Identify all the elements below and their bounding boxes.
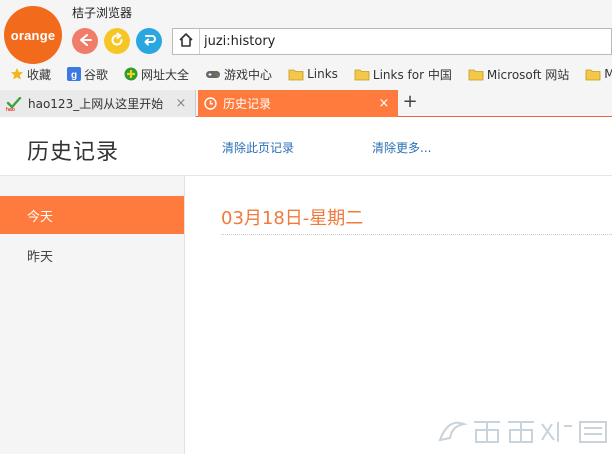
- bookmark-label: 游戏中心: [224, 67, 273, 82]
- folder-icon: [354, 68, 370, 81]
- bookmark-microsoft[interactable]: Microsoft 网站: [458, 63, 575, 85]
- google-icon: g: [67, 67, 82, 81]
- gamepad-icon: [205, 68, 221, 80]
- clear-page-history-link[interactable]: 清除此页记录: [222, 139, 294, 156]
- bookmark-label: 收藏: [27, 67, 52, 82]
- star-icon: [10, 67, 24, 81]
- svg-text:g: g: [71, 70, 77, 81]
- bookmark-label: Links for 中国: [372, 67, 452, 82]
- back-button[interactable]: [72, 28, 98, 54]
- arrow-left-icon: [78, 33, 92, 50]
- bookmark-links-china[interactable]: Links for 中国: [344, 63, 458, 85]
- divider: [221, 234, 612, 235]
- bookmark-games[interactable]: 游戏中心: [195, 63, 278, 85]
- bookmark-favorites[interactable]: 收藏: [0, 63, 57, 85]
- page-title: 历史记录: [27, 140, 120, 165]
- hao123-icon: hao: [6, 96, 22, 111]
- sidebar-item-today[interactable]: 今天: [0, 196, 184, 234]
- orange-logo: orange: [4, 6, 62, 64]
- bookmark-ms[interactable]: MS: [575, 63, 612, 85]
- bookmark-label: 网址大全: [141, 67, 190, 82]
- bookmark-google[interactable]: g 谷歌: [57, 63, 114, 85]
- history-sidebar: 今天 昨天: [0, 176, 185, 454]
- bookmark-label: 谷歌: [84, 67, 109, 82]
- bookmark-label: MS: [604, 67, 612, 81]
- close-icon[interactable]: ×: [173, 96, 189, 111]
- bookmark-links[interactable]: Links: [278, 63, 344, 85]
- folder-icon: [585, 68, 601, 81]
- new-tab-button[interactable]: +: [400, 93, 420, 113]
- address-input[interactable]: [200, 34, 600, 49]
- home-button[interactable]: [173, 29, 200, 54]
- refresh-icon: [109, 32, 125, 51]
- undo-icon: [141, 32, 157, 51]
- green-plus-icon: [124, 67, 138, 81]
- bookmark-label: Microsoft 网站: [486, 67, 570, 82]
- close-icon[interactable]: ×: [376, 96, 392, 111]
- browser-chrome: orange 桔子浏览器 收藏 g: [0, 0, 612, 90]
- app-title: 桔子浏览器: [72, 6, 133, 20]
- home-icon: [178, 32, 194, 51]
- restore-button[interactable]: [136, 28, 162, 54]
- clear-more-link[interactable]: 清除更多...: [372, 139, 431, 156]
- bookmarks-bar: 收藏 g 谷歌 网址大全 游戏中心 Links Links for 中国 Mic…: [0, 62, 612, 86]
- clock-icon: [204, 97, 217, 110]
- tab-title: 历史记录: [223, 97, 272, 111]
- folder-icon: [468, 68, 484, 81]
- svg-text:hao: hao: [6, 107, 15, 111]
- watermark-logo: [430, 410, 612, 450]
- sidebar-item-yesterday[interactable]: 昨天: [0, 236, 184, 274]
- date-heading: 03月18日-星期二: [221, 208, 364, 229]
- address-bar: [172, 28, 612, 55]
- folder-icon: [288, 68, 304, 81]
- tab-history[interactable]: 历史记录 ×: [198, 90, 398, 117]
- bookmark-label: Links: [307, 67, 338, 81]
- refresh-button[interactable]: [104, 28, 130, 54]
- bookmark-directory[interactable]: 网址大全: [114, 63, 195, 85]
- tab-title: hao123_上网从这里开始: [28, 97, 164, 111]
- tab-strip: hao hao123_上网从这里开始 × 历史记录 × +: [0, 89, 612, 117]
- tab-hao123[interactable]: hao hao123_上网从这里开始 ×: [0, 90, 196, 117]
- history-header: 历史记录 清除此页记录 清除更多...: [0, 118, 612, 176]
